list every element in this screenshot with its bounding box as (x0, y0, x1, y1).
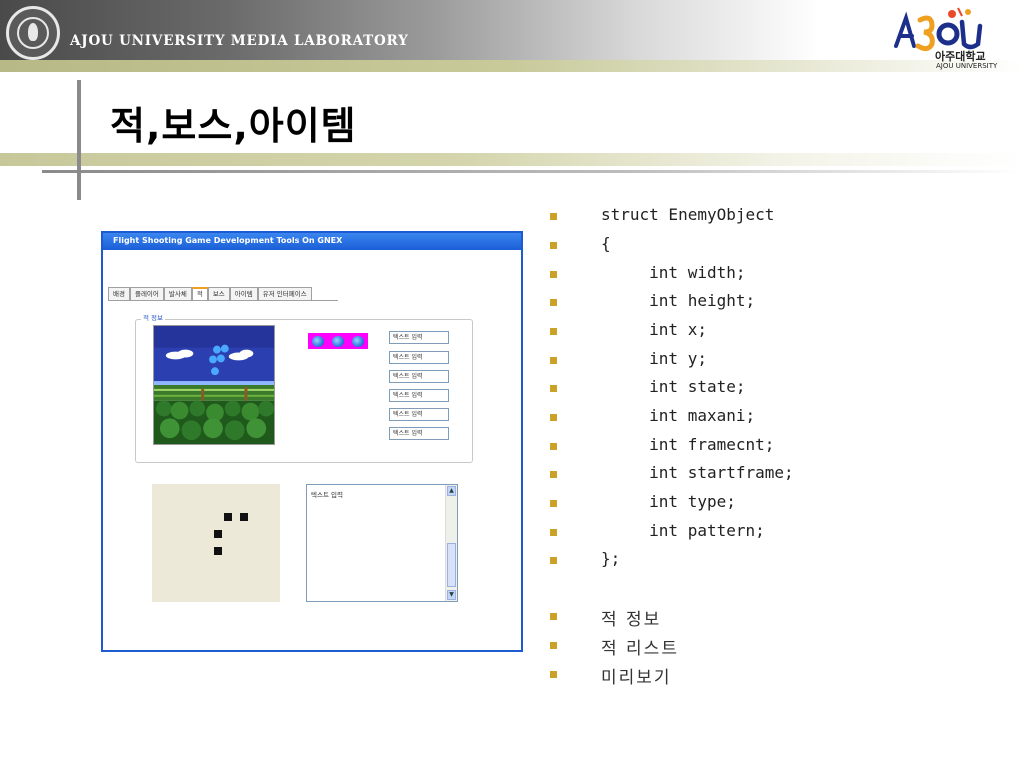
tab-projectile[interactable]: 발사체 (163, 287, 192, 300)
enemy-field-input[interactable]: 텍스트 입력 (389, 408, 449, 421)
scroll-up-icon[interactable]: ▲ (447, 486, 456, 496)
tab-enemy[interactable]: 적 (191, 287, 208, 300)
bullet-square-icon (550, 271, 557, 278)
enemy-info-label: 적 정보 (141, 312, 166, 322)
bullet-square-icon (550, 671, 557, 678)
tab-background[interactable]: 배경 (108, 287, 130, 300)
enemy-field-input[interactable]: 텍스트 입력 (389, 331, 449, 344)
title-underline-band (0, 153, 1024, 166)
header-accent-line (0, 60, 1024, 72)
title-vertical-rule (77, 80, 81, 200)
bullet-square-icon (550, 213, 557, 220)
pattern-cell[interactable] (240, 513, 248, 521)
tab-boss[interactable]: 보스 (207, 287, 230, 300)
tab-user-interface[interactable]: 유저 인터페이스 (257, 287, 312, 300)
logo-english-name: AJOU UNIVERSITY (936, 62, 998, 70)
enemy-list-textarea[interactable]: 텍스트 입력 ▲ ▼ (306, 484, 458, 602)
pattern-cell[interactable] (214, 547, 222, 555)
bullet-square-icon (550, 613, 557, 620)
enemy-field-input[interactable]: 텍스트 입력 (389, 389, 449, 402)
tab-item[interactable]: 아이템 (229, 287, 258, 300)
tab-player[interactable]: 플레이어 (129, 287, 164, 300)
lab-title: AJOU UNIVERSITY MEDIA LABORATORY (70, 33, 409, 49)
bullet-square-icon (550, 500, 557, 507)
enemy-sprite-frame (332, 335, 344, 347)
bullet-square-icon (550, 328, 557, 335)
scroll-thumb[interactable] (447, 543, 456, 587)
tab-strip: 배경 플레이어 발사체 적 보스 아이템 유저 인터페이스 (108, 287, 312, 300)
bullet-square-icon (550, 443, 557, 450)
textarea-scrollbar[interactable]: ▲ ▼ (445, 485, 457, 601)
app-window-screenshot: Flight Shooting Game Development Tools O… (101, 231, 523, 652)
enemy-field-input[interactable]: 텍스트 입력 (389, 427, 449, 440)
bullet-square-icon (550, 242, 557, 249)
bullet-square-icon (550, 414, 557, 421)
enemy-sprite-frame (352, 335, 364, 347)
bullet-square-icon (550, 299, 557, 306)
enemy-sprite-frame (312, 335, 324, 347)
enemy-preview-image (153, 325, 275, 445)
pattern-cell[interactable] (214, 530, 222, 538)
bullet-square-icon (550, 557, 557, 564)
scroll-down-icon[interactable]: ▼ (447, 590, 456, 600)
title-underline-rule (42, 170, 1022, 173)
bullet-square-icon (550, 471, 557, 478)
university-seal-logo (6, 6, 60, 60)
bullet-square-icon (550, 385, 557, 392)
bullet-square-icon (550, 642, 557, 649)
enemy-field-input[interactable]: 텍스트 입력 (389, 351, 449, 364)
enemy-field-input[interactable]: 텍스트 입력 (389, 370, 449, 383)
bullet-square-icon (550, 529, 557, 536)
bullet-square-icon (550, 357, 557, 364)
slide-title: 적,보스,아이템 (110, 104, 357, 148)
enemy-sprite-sheet (308, 333, 368, 349)
pattern-cell[interactable] (224, 513, 232, 521)
window-title: Flight Shooting Game Development Tools O… (113, 236, 343, 245)
textarea-placeholder: 텍스트 입력 (311, 491, 343, 499)
tab-divider (108, 300, 338, 301)
enemy-pattern-grid[interactable] (152, 484, 280, 602)
